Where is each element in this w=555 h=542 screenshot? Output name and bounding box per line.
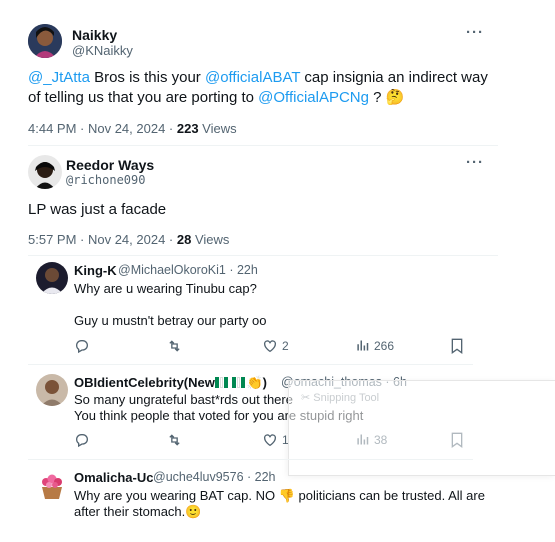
reply-text: Guy u mustn't betray our party oo	[74, 313, 267, 328]
reply-text: Why are u wearing Tinubu cap?	[74, 281, 257, 296]
avatar-reedor[interactable]	[28, 155, 62, 189]
tweet-text-part: Bros is this your	[89, 69, 205, 86]
tweet-text-part: ? 🤔	[368, 89, 405, 106]
bookmark-icon	[451, 338, 463, 354]
retweet-button[interactable]	[166, 432, 183, 448]
reply-icon	[76, 434, 88, 448]
views-button[interactable]: 266	[355, 338, 394, 353]
bookmark-button[interactable]	[450, 338, 464, 354]
views-label: Views	[191, 232, 230, 247]
clap-icon: 👏	[246, 375, 263, 390]
author-handle[interactable]: @richone090	[66, 173, 145, 187]
like-button[interactable]: 2	[262, 338, 289, 354]
reply-author-name[interactable]: Omalicha-Uc	[74, 470, 153, 485]
divider	[28, 364, 473, 365]
tweet-text: @_JtAtta Bros is this your @officialABAT…	[28, 68, 498, 108]
snipping-tool-overlay: ✂ Snipping Tool	[288, 380, 555, 476]
reply-button[interactable]	[74, 432, 90, 448]
timestamp[interactable]: 5:57 PM · Nov 24, 2024 ·	[28, 232, 177, 247]
divider	[28, 145, 498, 146]
divider	[28, 459, 473, 460]
more-icon[interactable]: ···	[466, 24, 484, 41]
like-icon	[264, 434, 276, 447]
retweet-icon	[169, 340, 180, 352]
avatar-naikky[interactable]	[28, 24, 62, 58]
mention-link[interactable]: @OfficialAPCNg	[258, 89, 369, 106]
author-handle[interactable]: @KNaikky	[72, 43, 133, 58]
tweet-timestamp: 4:44 PM · Nov 24, 2024 · 223 Views	[28, 121, 237, 136]
overlay-label: ✂ Snipping Tool	[301, 392, 380, 404]
mention-link[interactable]: @_JtAtta	[28, 69, 90, 86]
reply-author-name[interactable]: OBIdientCelebrity(New 👏)	[74, 375, 267, 391]
divider	[28, 255, 498, 256]
reply-button[interactable]	[74, 338, 90, 354]
reply-author-handle[interactable]: @MichaelOkoroKi1 · 22h	[118, 263, 258, 277]
author-name[interactable]: Naikky	[72, 27, 117, 43]
like-icon	[264, 340, 276, 353]
reply-icon	[76, 340, 88, 354]
reply-author-name[interactable]: King-K	[74, 263, 117, 278]
views-count: 28	[176, 232, 192, 247]
avatar-omalicha[interactable]	[36, 469, 68, 501]
timestamp[interactable]: 4:44 PM · Nov 24, 2024 ·	[28, 121, 177, 136]
retweet-icon	[169, 434, 180, 446]
flag-icon	[214, 375, 247, 390]
retweet-button[interactable]	[166, 338, 183, 354]
views-count: 223	[176, 121, 199, 136]
tweet-text: LP was just a facade	[28, 201, 167, 218]
like-button[interactable]: 1	[262, 432, 289, 448]
reply-author-handle[interactable]: @uche4luv9576 · 22h	[153, 470, 276, 484]
reply-author-name-text: OBIdientCelebrity(New	[74, 375, 215, 390]
views-count: 266	[374, 338, 395, 353]
avatar-obidient[interactable]	[36, 374, 68, 406]
views-icon	[357, 340, 369, 351]
like-count: 2	[282, 339, 289, 353]
author-name[interactable]: Reedor Ways	[66, 157, 154, 173]
views-label: Views	[198, 121, 237, 136]
reply-author-name-suffix: )	[262, 375, 268, 390]
reply-text: after their stomach.🙂	[74, 504, 202, 519]
tweet-timestamp: 5:57 PM · Nov 24, 2024 · 28 Views	[28, 232, 229, 247]
mention-link[interactable]: @officialABAT	[205, 69, 300, 86]
more-icon[interactable]: ···	[466, 154, 484, 171]
avatar-king-k[interactable]	[36, 262, 68, 294]
